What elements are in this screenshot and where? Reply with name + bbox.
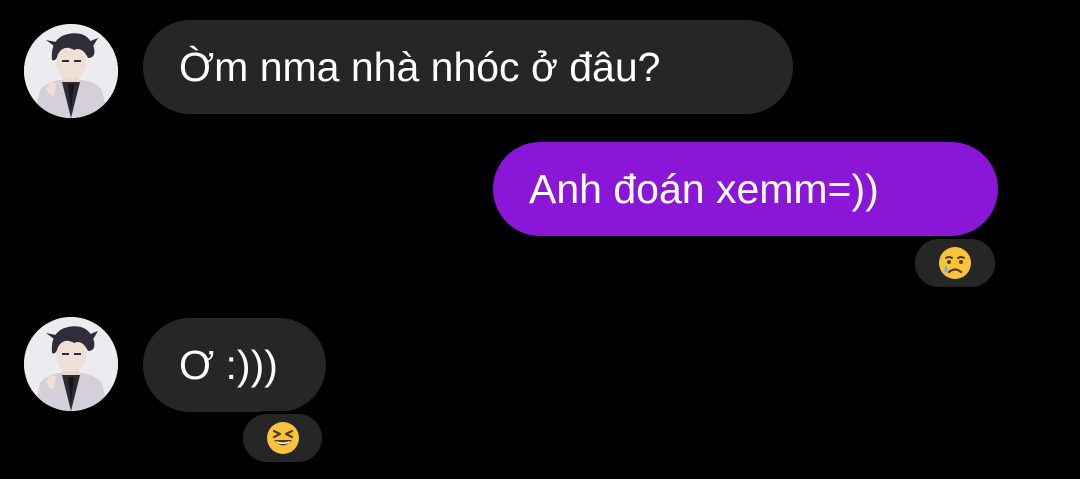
laughing-face-icon <box>266 422 299 454</box>
outgoing-message-bubble[interactable]: Anh đoán xemm=)) <box>493 142 998 236</box>
contact-avatar-icon <box>24 24 118 118</box>
message-reaction[interactable] <box>912 236 998 290</box>
message-text: Ơ :))) <box>179 342 278 388</box>
message-text: Ờm nma nhà nhóc ở đâu? <box>179 44 661 90</box>
message-text: Anh đoán xemm=)) <box>529 166 879 212</box>
message-reaction[interactable] <box>240 411 325 465</box>
crying-face-icon <box>939 247 971 279</box>
contact-avatar[interactable] <box>24 24 118 118</box>
incoming-message-bubble[interactable]: Ờm nma nhà nhóc ở đâu? <box>143 20 793 114</box>
contact-avatar-icon <box>24 317 118 411</box>
incoming-message-bubble[interactable]: Ơ :))) <box>143 318 326 412</box>
contact-avatar[interactable] <box>24 317 118 411</box>
